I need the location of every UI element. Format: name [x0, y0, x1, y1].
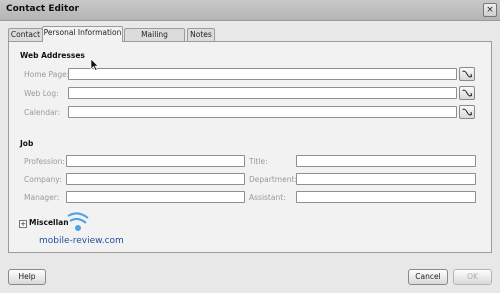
calendar-field[interactable]: [68, 106, 457, 118]
home-page-field[interactable]: [68, 68, 457, 80]
cancel-button[interactable]: Cancel: [408, 269, 448, 285]
ok-button[interactable]: OK: [453, 269, 492, 285]
title-field[interactable]: [296, 155, 476, 167]
company-label: Company:: [24, 175, 62, 184]
web-log-field[interactable]: [68, 87, 457, 99]
open-calendar-button[interactable]: [459, 105, 475, 119]
watermark-logo-icon: [67, 212, 89, 231]
tab-personal-information[interactable]: Personal Information: [42, 26, 123, 42]
tab-mailing-address[interactable]: Mailing Address: [124, 28, 185, 51]
tab-contact[interactable]: Contact: [8, 28, 43, 41]
manager-field[interactable]: [66, 191, 245, 203]
tab-notes[interactable]: Notes: [187, 28, 215, 41]
close-icon[interactable]: ×: [483, 3, 497, 17]
open-url-icon: [462, 89, 472, 97]
web-addresses-heading: Web Addresses: [20, 51, 85, 60]
department-label: Department:: [249, 175, 297, 184]
web-log-label: Web Log:: [24, 89, 59, 98]
manager-label: Manager:: [24, 193, 60, 202]
open-web-log-button[interactable]: [459, 86, 475, 100]
title-label: Title:: [249, 157, 268, 166]
department-field[interactable]: [296, 173, 476, 185]
assistant-field[interactable]: [296, 191, 476, 203]
profession-label: Profession:: [24, 157, 65, 166]
profession-field[interactable]: [66, 155, 245, 167]
open-url-icon: [462, 108, 472, 116]
mouse-cursor-icon: [90, 58, 99, 71]
open-home-page-button[interactable]: [459, 67, 475, 81]
open-url-icon: [462, 70, 472, 78]
expand-icon[interactable]: +: [19, 220, 27, 228]
calendar-label: Calendar:: [24, 108, 61, 117]
home-page-label: Home Page:: [24, 70, 70, 79]
watermark-text: mobile-review.com: [39, 236, 124, 246]
miscellaneous-heading[interactable]: Miscellan: [29, 218, 69, 227]
personal-info-panel: Web Addresses Home Page: Web Log: Calend…: [8, 41, 492, 253]
company-field[interactable]: [66, 173, 245, 185]
title-bar: Contact Editor ×: [0, 0, 500, 21]
window-title: Contact Editor: [6, 4, 79, 14]
assistant-label: Assistant:: [249, 193, 286, 202]
job-heading: Job: [20, 139, 34, 148]
help-button[interactable]: Help: [8, 269, 46, 285]
